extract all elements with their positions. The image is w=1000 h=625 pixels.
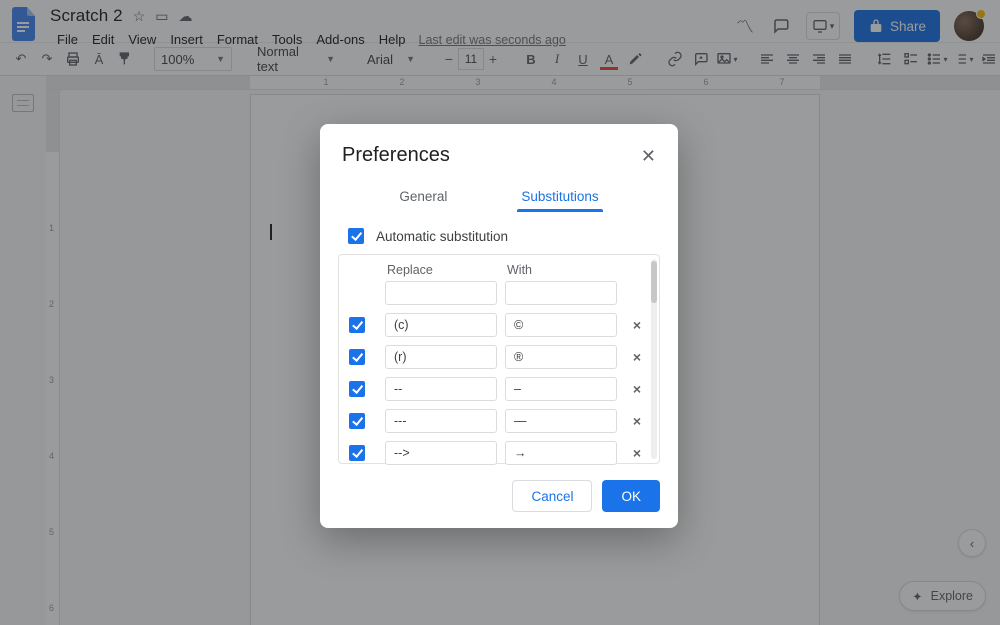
replace-input[interactable] (385, 313, 497, 337)
with-input[interactable] (505, 409, 617, 433)
preferences-dialog: Preferences ✕ General Substitutions Auto… (320, 124, 678, 528)
with-input[interactable] (505, 377, 617, 401)
dialog-close-button[interactable]: ✕ (641, 147, 656, 165)
substitution-row: × (339, 309, 659, 341)
with-input[interactable] (505, 313, 617, 337)
row-checkbox[interactable] (349, 381, 365, 397)
dialog-title: Preferences (342, 144, 450, 167)
delete-row-button[interactable]: × (625, 381, 649, 397)
delete-row-button[interactable]: × (625, 413, 649, 429)
substitutions-table: Replace With × (338, 254, 660, 464)
substitution-row: × (339, 405, 659, 437)
substitution-row: × (339, 341, 659, 373)
new-replace-input[interactable] (385, 281, 497, 305)
automatic-substitution-checkbox[interactable] (348, 228, 364, 244)
row-checkbox[interactable] (349, 317, 365, 333)
scrollbar[interactable] (651, 259, 657, 459)
row-checkbox[interactable] (349, 413, 365, 429)
new-with-input[interactable] (505, 281, 617, 305)
row-checkbox[interactable] (349, 445, 365, 461)
column-with-header: With (505, 263, 617, 277)
with-input[interactable] (505, 441, 617, 465)
replace-input[interactable] (385, 409, 497, 433)
row-checkbox[interactable] (349, 349, 365, 365)
delete-row-button[interactable]: × (625, 349, 649, 365)
cancel-button[interactable]: Cancel (512, 480, 592, 512)
replace-input[interactable] (385, 441, 497, 465)
replace-input[interactable] (385, 345, 497, 369)
substitution-row: × (339, 373, 659, 405)
with-input[interactable] (505, 345, 617, 369)
tab-general[interactable]: General (397, 181, 449, 214)
substitution-row: × (339, 437, 659, 469)
ok-button[interactable]: OK (602, 480, 660, 512)
tab-substitutions[interactable]: Substitutions (519, 181, 600, 214)
delete-row-button[interactable]: × (625, 445, 649, 461)
column-replace-header: Replace (385, 263, 497, 277)
delete-row-button[interactable]: × (625, 317, 649, 333)
replace-input[interactable] (385, 377, 497, 401)
automatic-substitution-label: Automatic substitution (376, 229, 508, 244)
